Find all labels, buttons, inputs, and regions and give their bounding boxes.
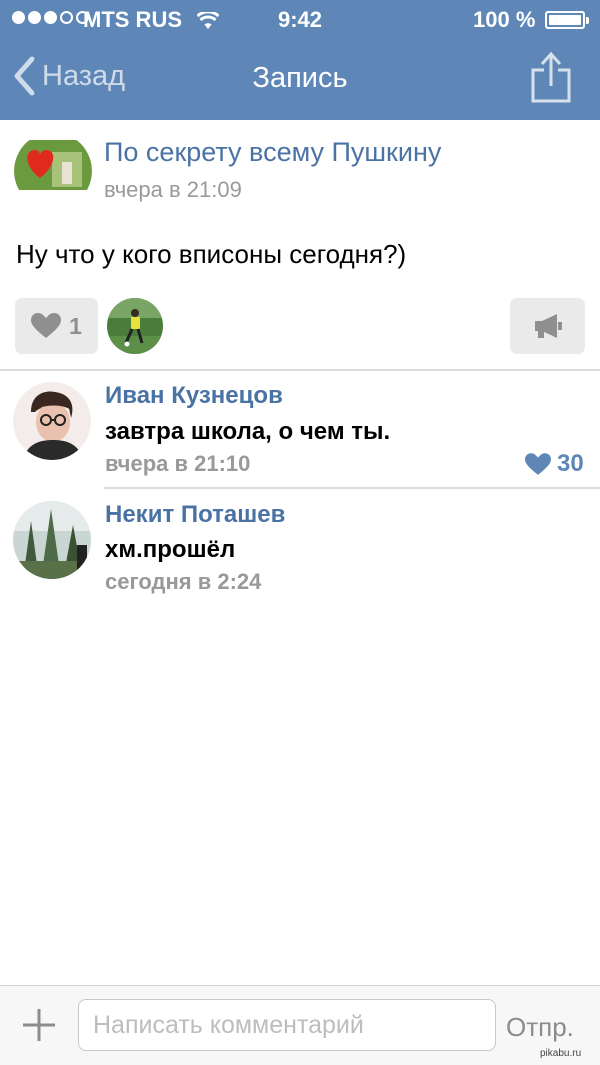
- heart-icon: [31, 313, 62, 338]
- megaphone-icon: [534, 314, 562, 338]
- comment-input[interactable]: [78, 999, 496, 1051]
- comment-timestamp: сегодня в 2:24: [105, 569, 262, 594]
- send-button[interactable]: Отпр.: [506, 1012, 574, 1043]
- divider: [0, 369, 600, 371]
- like-button[interactable]: 1: [15, 298, 98, 354]
- header: MTS RUS 9:42 100 % Назад Запись: [0, 0, 600, 120]
- like-count: 1: [69, 312, 82, 339]
- attach-button[interactable]: [22, 1008, 56, 1047]
- share-button[interactable]: [530, 50, 572, 109]
- watermark: pikabu.ru: [540, 1048, 582, 1059]
- group-avatar[interactable]: [14, 132, 92, 210]
- page-title: Запись: [252, 62, 348, 94]
- commenter-avatar[interactable]: [13, 501, 91, 579]
- divider: [104, 487, 600, 489]
- heart-icon: [525, 452, 551, 475]
- plus-icon: [23, 1009, 55, 1041]
- comment-like-button[interactable]: 30: [525, 450, 584, 478]
- repost-button[interactable]: [510, 298, 585, 354]
- battery-icon: [545, 11, 589, 29]
- post-timestamp: вчера в 21:09: [104, 177, 242, 202]
- comment-text: завтра школа, о чем ты.: [105, 418, 391, 445]
- share-icon: [531, 51, 571, 103]
- comment-like-count: 30: [557, 450, 584, 477]
- liker-avatar[interactable]: [107, 298, 163, 354]
- comment-timestamp: вчера в 21:10: [105, 451, 251, 476]
- comment-author-link[interactable]: Некит Поташев: [105, 501, 285, 529]
- commenter-avatar[interactable]: [13, 382, 91, 460]
- post-text: Ну что у кого вписоны сегодня?): [16, 239, 407, 269]
- comment-composer: Отпр.: [0, 985, 600, 1065]
- battery-percent: 100 %: [473, 7, 536, 32]
- comment-text: хм.прошёл: [105, 536, 236, 563]
- navigation-bar: Назад Запись: [0, 40, 600, 120]
- group-name-link[interactable]: По секрету всему Пушкину: [104, 137, 441, 168]
- comment-author-link[interactable]: Иван Кузнецов: [105, 382, 283, 410]
- status-bar: MTS RUS 9:42 100 %: [0, 0, 600, 40]
